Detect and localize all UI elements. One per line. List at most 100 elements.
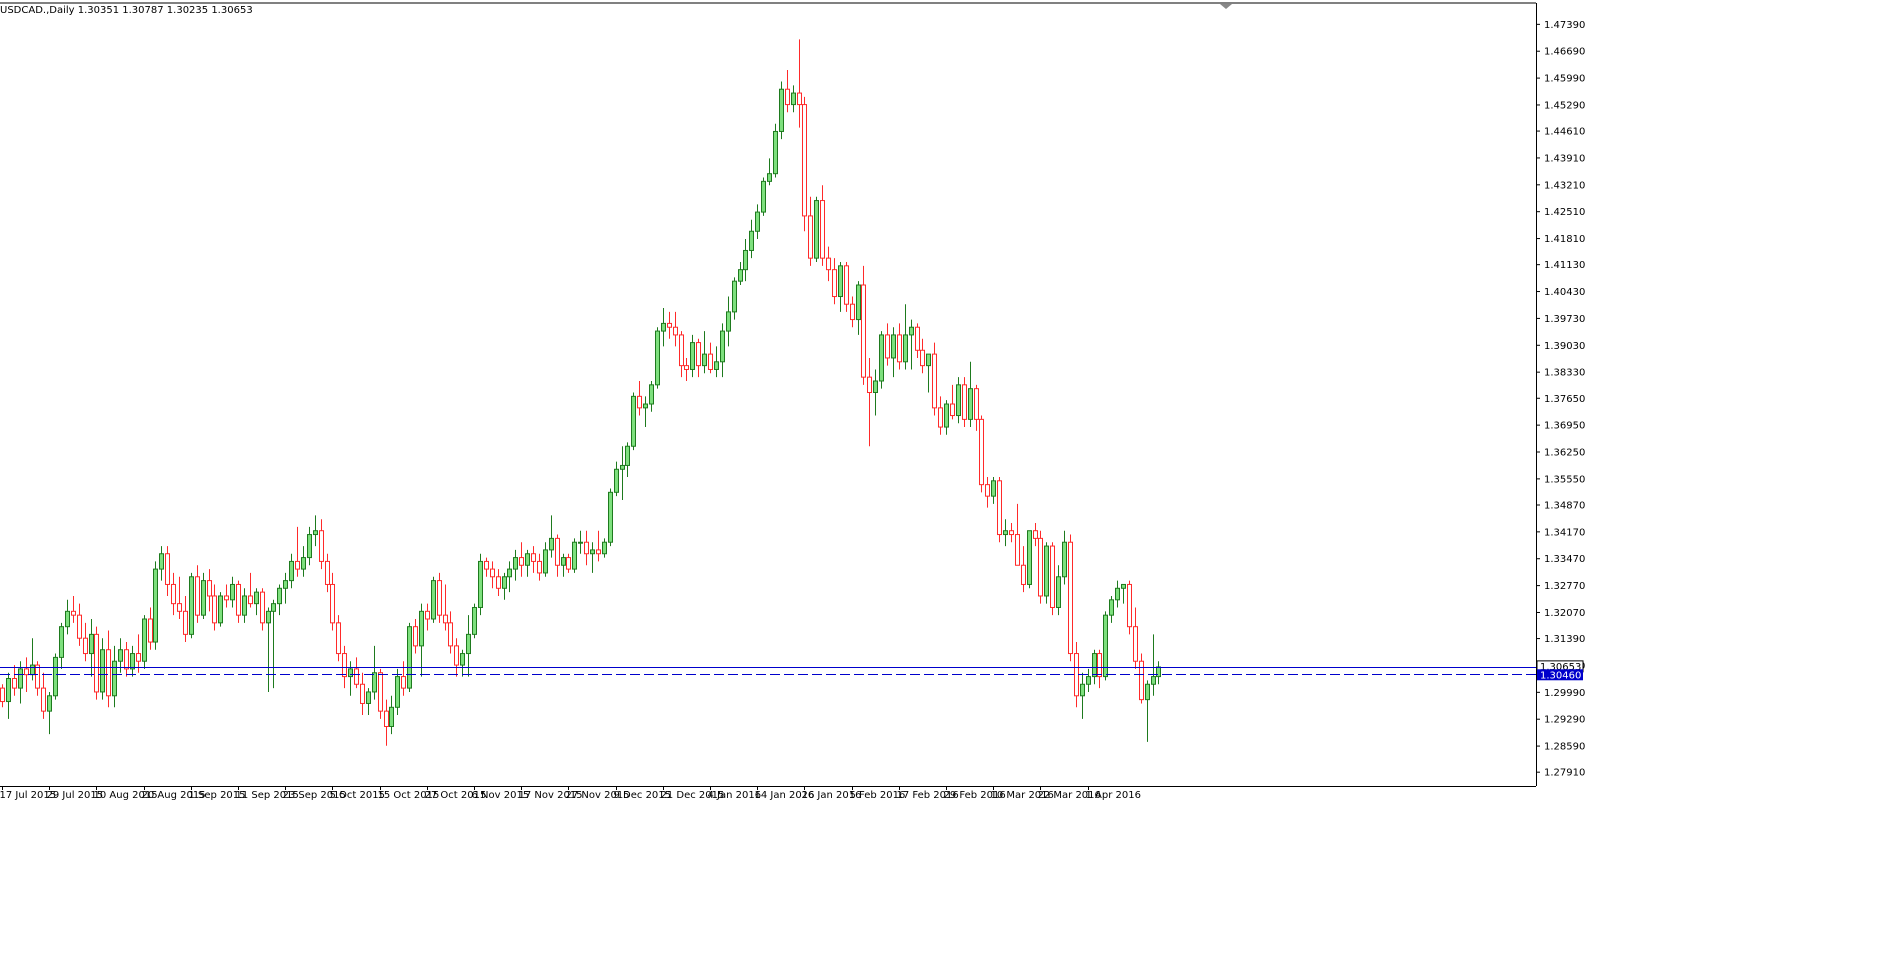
candle-body-bear <box>1038 537 1043 597</box>
candle-body-bear <box>808 215 813 259</box>
candle-body-bull <box>189 576 194 635</box>
candle-body-bull <box>507 568 512 578</box>
candle-body-bull <box>856 284 861 321</box>
candle-body-bull <box>1086 676 1091 685</box>
candle-body-bear <box>83 637 88 655</box>
candle-body-bull <box>702 353 707 367</box>
y-tick-label: 1.47390 <box>1544 20 1585 31</box>
candle-body-bear <box>378 672 383 712</box>
y-tick-label: 1.32070 <box>1544 608 1585 619</box>
candle-body-bull <box>419 610 424 647</box>
candle-body-bear <box>708 353 713 370</box>
candle-body-bear <box>148 618 153 643</box>
candle-body-bear <box>443 614 448 624</box>
candle <box>437 572 442 623</box>
candlestick-chart[interactable]: 1.47390 1.46690 1.45990 1.45290 1.44610 1.439… <box>0 0 1903 978</box>
candle-body-bull <box>602 541 607 555</box>
candle-body-bull <box>879 334 884 382</box>
candle-body-bull <box>18 668 23 689</box>
candle-body-bull <box>431 580 436 620</box>
candle-body-bear <box>1127 583 1132 628</box>
candle-body-bear <box>401 676 406 689</box>
candle <box>53 653 58 700</box>
candle-body-bull <box>153 568 158 643</box>
candle-body-bear <box>437 580 442 616</box>
candle-body-bull <box>30 664 35 676</box>
candle-body-bear <box>1074 653 1079 697</box>
candle-body-bear <box>295 560 300 570</box>
candle-body-bear <box>667 322 672 328</box>
candle-body-bull <box>307 534 312 559</box>
y-tick-label: 1.45990 <box>1544 74 1585 85</box>
candle-body-bear <box>1021 564 1026 585</box>
candle-body-bear <box>354 668 359 685</box>
candle-body-bull <box>201 580 206 616</box>
candle <box>979 415 984 493</box>
candle-body-bear <box>106 649 111 697</box>
chart-background <box>0 0 1903 978</box>
candle <box>1050 542 1055 616</box>
y-tick-label: 1.41810 <box>1544 234 1585 245</box>
candle-body-bull <box>749 230 754 251</box>
candle-body-bear <box>584 541 589 555</box>
y-tick-label: 1.31390 <box>1544 634 1585 645</box>
candle <box>407 622 412 692</box>
candle <box>879 331 884 389</box>
candle-body-bull <box>525 553 530 566</box>
candle-body-bear <box>171 583 176 605</box>
y-tick-label: 1.27910 <box>1544 768 1585 779</box>
candle-body-bear <box>519 557 524 566</box>
candle-body-bull <box>142 618 147 662</box>
candle-body-bull <box>726 311 731 332</box>
y-tick-label: 1.40430 <box>1544 287 1585 298</box>
candle-body-bear <box>336 622 341 655</box>
candle-body-bull <box>625 445 630 466</box>
candle-body-bear <box>207 580 212 597</box>
candle-body-bull <box>926 353 931 367</box>
candle <box>94 626 99 700</box>
candle-body-bear <box>684 365 689 370</box>
candle-body-bear <box>785 88 790 106</box>
candle-body-bull <box>218 595 223 624</box>
candle-body-bull <box>714 361 719 370</box>
candle-body-bear <box>35 664 40 689</box>
candle-body-bear <box>979 418 984 486</box>
candle-body-bear <box>165 553 170 585</box>
candle <box>814 196 819 262</box>
candle <box>997 476 1002 543</box>
candle-body-bear <box>826 257 831 271</box>
candle-body-bull <box>572 541 577 570</box>
candle-body-bear <box>248 595 253 605</box>
candle-body-bull <box>6 678 11 703</box>
candle-body-bear <box>124 649 129 670</box>
candle-body-bull <box>543 549 548 574</box>
candle-body-bear <box>41 687 46 712</box>
candle <box>153 561 158 650</box>
candle-body-bear <box>71 610 76 616</box>
candle-body-bull <box>873 380 878 394</box>
candle-body-bear <box>260 591 265 624</box>
candle-body-bull <box>1115 587 1120 601</box>
candle-body-bull <box>460 653 465 666</box>
candle-body-bull <box>407 626 412 689</box>
candle-body-bear <box>212 595 217 624</box>
y-tick-label: 1.45290 <box>1544 100 1585 111</box>
y-tick-label: 1.39730 <box>1544 314 1585 325</box>
candle-body-bull <box>909 326 914 336</box>
candle-body-bull <box>891 334 896 359</box>
y-tick-label: 1.44610 <box>1544 127 1585 138</box>
candle-body-bear <box>850 303 855 321</box>
candle-body-bear <box>820 200 825 259</box>
candle-body-bull <box>277 587 282 605</box>
candle-body-bull <box>1092 653 1097 678</box>
candle-body-bull <box>779 88 784 132</box>
y-tick-label: 1.37650 <box>1544 394 1585 405</box>
candle-body-bear <box>448 622 453 647</box>
candle-body-bear <box>12 678 17 689</box>
candle-body-bull <box>1156 666 1161 678</box>
candle <box>844 261 849 312</box>
candle <box>1139 653 1144 704</box>
candle-body-bull <box>631 395 636 447</box>
candle-body-bull <box>578 541 583 544</box>
candle-body-bull <box>549 537 554 551</box>
